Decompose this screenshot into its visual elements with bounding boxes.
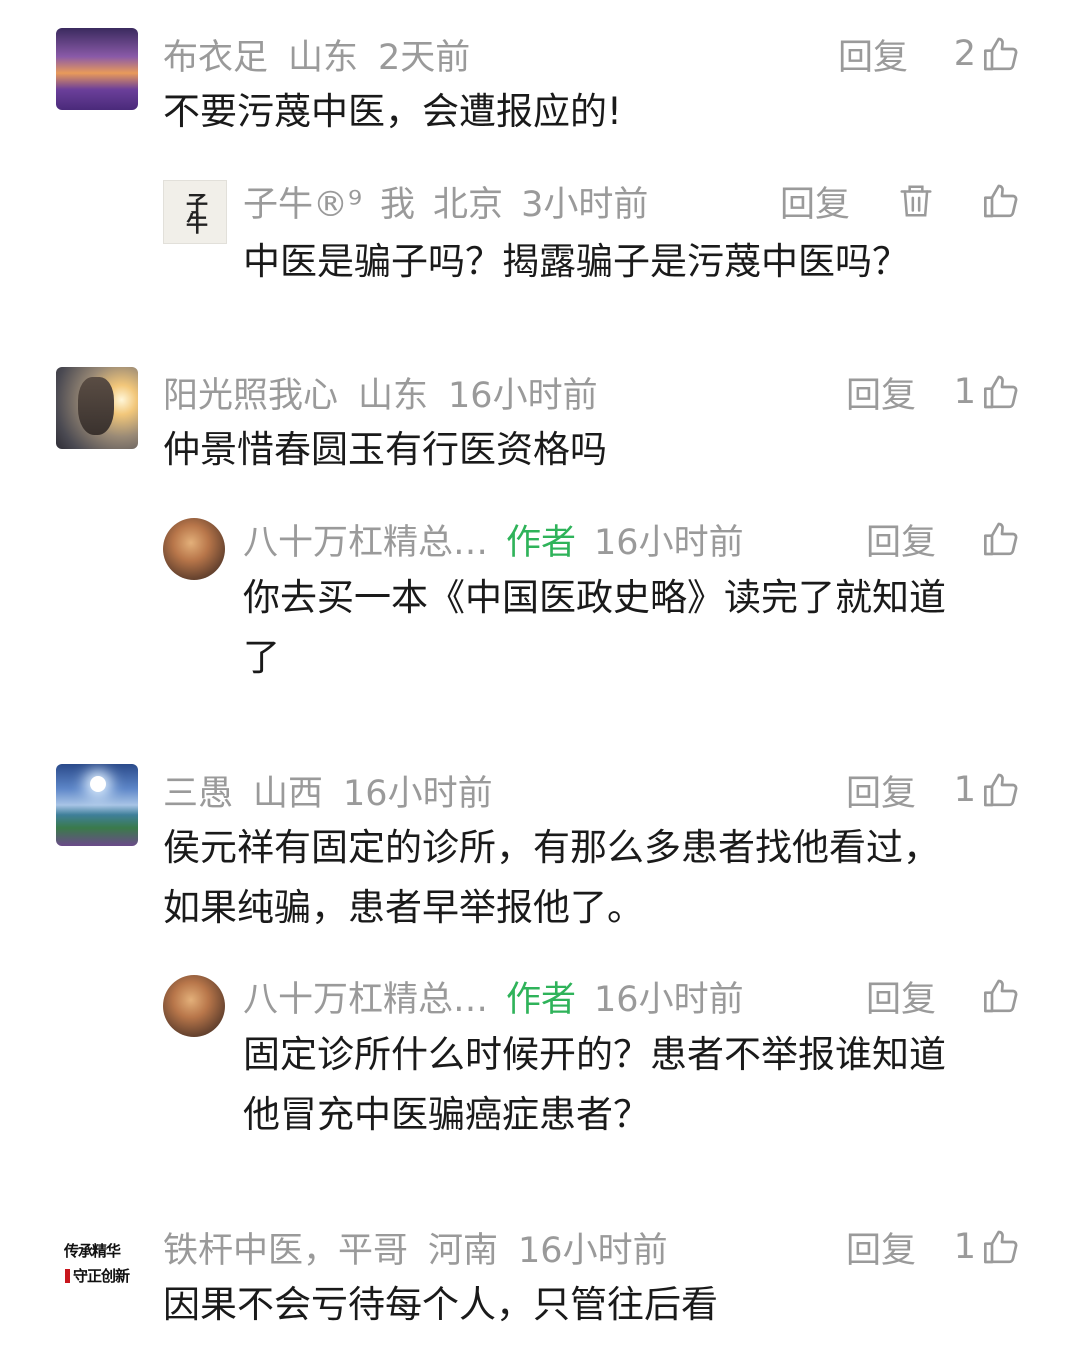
reply-meta: 八十万杠精总… 作者 16小时前 (243, 515, 762, 563)
avatar-calligraphy-1: 传承精华 (63, 1242, 121, 1260)
avatar-sun (90, 776, 106, 792)
reply-text: 中医是骗子吗？揭露骗子是污蔑中医吗？ (243, 240, 909, 283)
like-button[interactable] (982, 972, 1022, 1020)
comment-meta: 三愚 山西 16小时前 (163, 766, 513, 814)
commenter-location: 山西 (253, 773, 324, 814)
reply-button[interactable]: 回复 (838, 30, 908, 78)
reply-name[interactable]: 八十万杠精总… (243, 514, 488, 565)
reply-location: 北京 (433, 184, 504, 225)
thumbs-up-icon (984, 979, 1018, 1013)
thumbs-up-icon (984, 37, 1018, 71)
commenter-name[interactable]: 三愚 (163, 765, 233, 816)
author-avatar[interactable] (163, 975, 225, 1037)
comment-text: 因果不会亏待每个人，只管往后看 (163, 1283, 718, 1326)
avatar[interactable] (56, 367, 138, 449)
reply-time: 16小时前 (594, 979, 744, 1020)
reply-button[interactable]: 回复 (846, 766, 916, 814)
comment-time: 16小时前 (518, 1230, 668, 1271)
like-count: 1 (953, 372, 976, 412)
reply-button[interactable]: 回复 (866, 972, 936, 1020)
commenter-name[interactable]: 布衣足 (163, 29, 268, 80)
commenter-name[interactable]: 阳光照我心 (163, 367, 338, 418)
reply-name[interactable]: 子牛®⁹ (243, 176, 362, 227)
like-button[interactable] (982, 515, 1022, 563)
comment-meta: 铁杆中医，平哥 河南 16小时前 (163, 1223, 688, 1271)
like-count: 1 (953, 1227, 976, 1267)
avatar[interactable] (56, 28, 138, 110)
reply-text: 你去买一本《中国医政史略》读完了就知道 了 (243, 568, 1023, 688)
comment-time: 2天前 (378, 37, 471, 78)
reply-button[interactable]: 回复 (846, 1223, 916, 1271)
like-button[interactable]: 2 (954, 30, 1022, 78)
comment-time: 16小时前 (448, 375, 598, 416)
thumbs-up-icon (984, 773, 1018, 807)
red-seal-icon (64, 1268, 70, 1283)
reply-text-line: 你去买一本《中国医政史略》读完了就知道 (243, 576, 946, 619)
reply-time: 16小时前 (594, 522, 744, 563)
avatar-calligraphy: 子牛 (182, 192, 208, 232)
comment-time: 16小时前 (343, 773, 493, 814)
comment-text: 仲景惜春圆玉有行医资格吗 (163, 428, 607, 471)
reply-button[interactable]: 回复 (780, 177, 850, 225)
avatar[interactable]: 传承精华 守正创新 (56, 1222, 138, 1304)
avatar[interactable] (56, 764, 138, 846)
like-button[interactable]: 1 (954, 368, 1022, 416)
comment-text-line: 如果纯骗，患者早举报他了。 (163, 886, 644, 929)
reply-text: 固定诊所什么时候开的？患者不举报谁知道 他冒充中医骗癌症患者？ (243, 1025, 1023, 1145)
reply-text-line: 了 (243, 636, 280, 679)
reply-meta: 子牛®⁹ 我 北京 3小时前 (243, 177, 666, 225)
avatar-calligraphy-2: 守正创新 (64, 1265, 130, 1286)
like-button[interactable] (982, 177, 1022, 225)
comment-text: 不要污蔑中医，会遭报应的! (163, 90, 622, 133)
thumbs-up-icon (984, 1230, 1018, 1264)
like-button[interactable]: 1 (954, 1223, 1022, 1271)
comment-meta: 阳光照我心 山东 16小时前 (163, 368, 618, 416)
like-count: 1 (953, 770, 976, 810)
me-tag: 我 (380, 184, 416, 225)
commenter-location: 山东 (288, 37, 359, 78)
delete-button[interactable] (897, 177, 935, 225)
reply-button[interactable]: 回复 (866, 515, 936, 563)
thumbs-up-icon (984, 375, 1018, 409)
trash-icon (900, 185, 932, 217)
commenter-location: 山东 (358, 375, 429, 416)
like-count: 2 (953, 34, 976, 74)
reply-text-line: 固定诊所什么时候开的？患者不举报谁知道 (243, 1033, 946, 1076)
author-tag: 作者 (506, 522, 577, 563)
reply-text-line: 他冒充中医骗癌症患者？ (243, 1093, 650, 1136)
author-avatar[interactable] (163, 518, 225, 580)
thumbs-up-icon (984, 522, 1018, 556)
like-button[interactable]: 1 (954, 766, 1022, 814)
reply-avatar[interactable]: 子牛 (163, 180, 227, 244)
reply-name[interactable]: 八十万杠精总… (243, 971, 488, 1022)
author-tag: 作者 (506, 979, 577, 1020)
reply-time: 3小时前 (521, 184, 649, 225)
avatar-stones (78, 377, 114, 435)
comment-text-line: 侯元祥有固定的诊所，有那么多患者找他看过， (163, 826, 940, 869)
thumbs-up-icon (984, 184, 1018, 218)
reply-button[interactable]: 回复 (846, 368, 916, 416)
reply-meta: 八十万杠精总… 作者 16小时前 (243, 972, 762, 1020)
commenter-location: 河南 (428, 1230, 499, 1271)
comment-meta: 布衣足 山东 2天前 (163, 30, 490, 78)
comment-text: 侯元祥有固定的诊所，有那么多患者找他看过， 如果纯骗，患者早举报他了。 (163, 818, 1033, 938)
commenter-name[interactable]: 铁杆中医，平哥 (163, 1222, 408, 1273)
